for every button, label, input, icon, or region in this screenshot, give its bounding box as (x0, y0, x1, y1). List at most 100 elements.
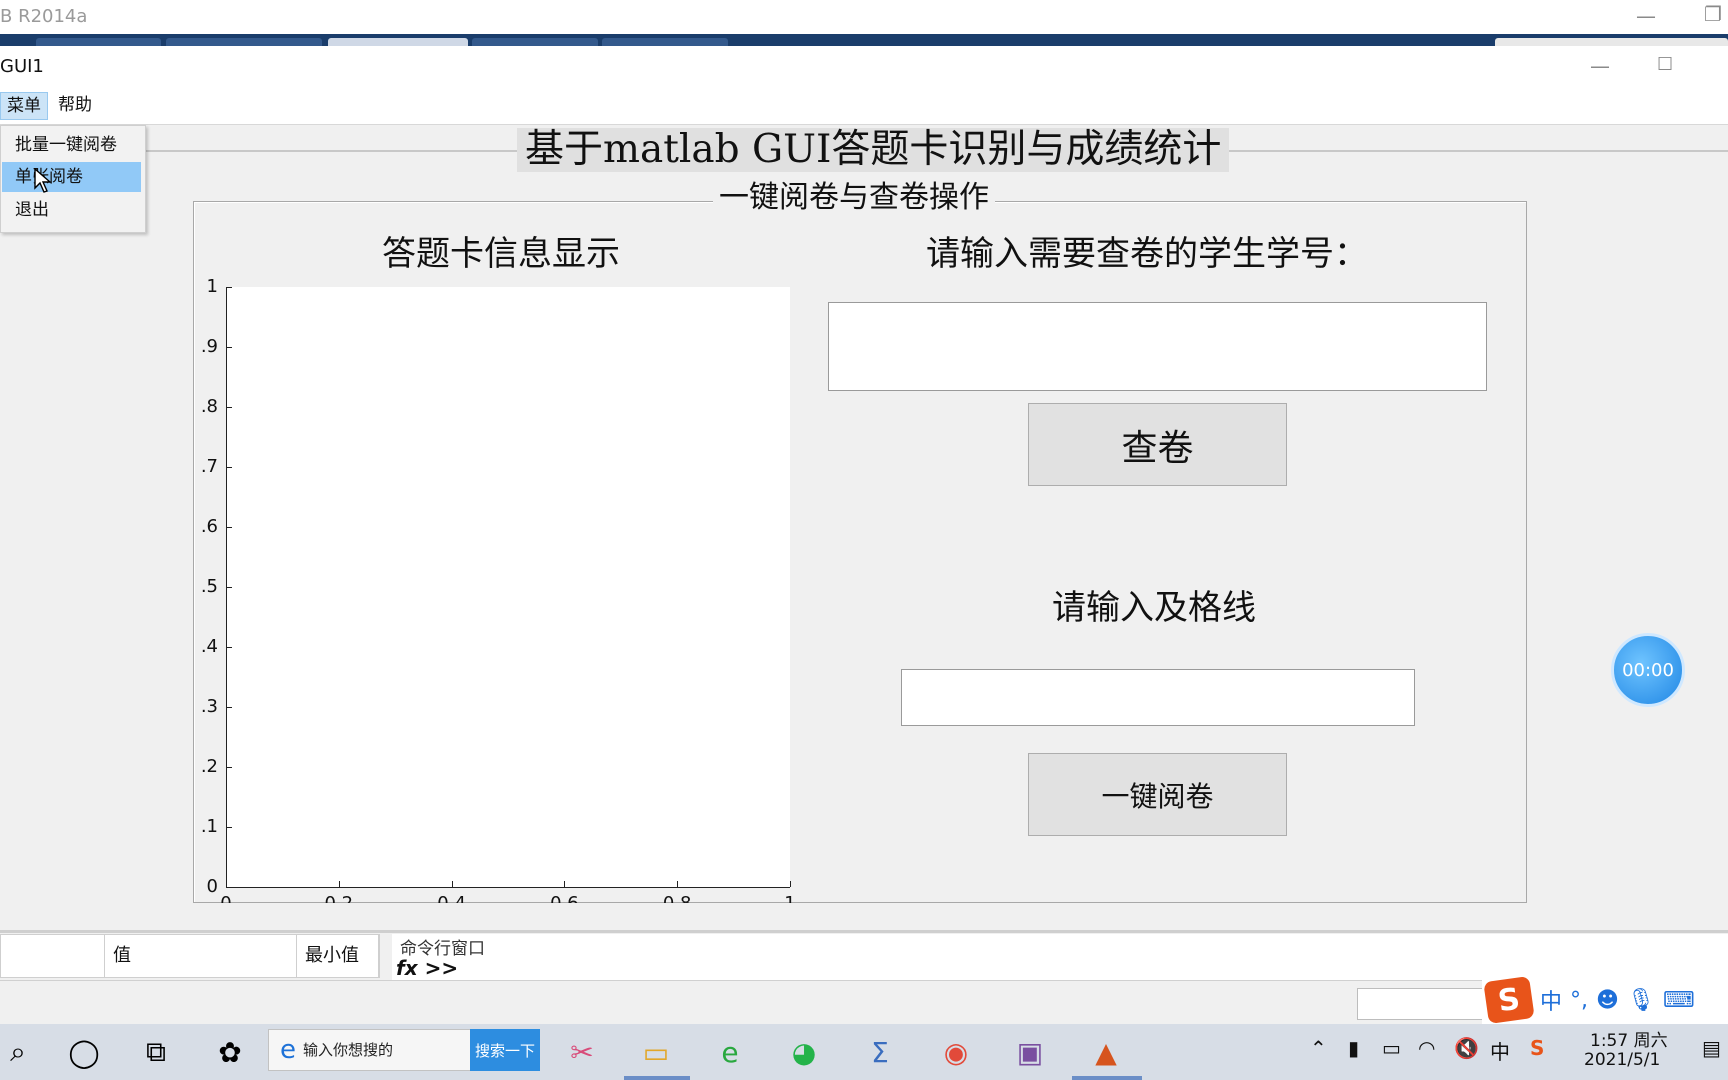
gui-window-title: GUI1 (0, 56, 44, 77)
check-paper-button[interactable]: 查卷 (1028, 403, 1287, 486)
restore-icon[interactable]: ❐ (1704, 2, 1722, 26)
app-icon[interactable]: ✿ (212, 1034, 248, 1070)
y-tick (226, 647, 232, 648)
workspace-col-value[interactable]: 值 (105, 935, 297, 977)
chrome-icon[interactable]: ◉ (938, 1034, 974, 1070)
y-tick (226, 527, 232, 528)
y-tick-label: 1 (206, 276, 218, 297)
keyboard-icon[interactable]: ⌨ (1663, 988, 1695, 1013)
x-tick (564, 881, 566, 887)
sogou-tray-icon[interactable]: S (1530, 1036, 1544, 1060)
plot-area (226, 287, 790, 887)
y-tick-label: .6 (200, 516, 218, 537)
gui-maximize-icon[interactable]: ☐ (1657, 54, 1673, 75)
command-prompt[interactable]: fx >> (396, 956, 458, 980)
main-title: 基于matlab GUI答题卡识别与成绩统计 (517, 128, 1230, 172)
active-indicator (624, 1076, 690, 1080)
sogou-logo-icon[interactable]: S (1483, 976, 1535, 1024)
x-tick-label: 0.4 (432, 893, 472, 903)
notification-icon[interactable]: ▤ (1702, 1036, 1721, 1060)
browser-icon[interactable]: e (712, 1034, 748, 1070)
ime-toolbar: S 中 °, ☻ 🎙 ⌨ (1482, 976, 1728, 1024)
battery-icon[interactable]: ▭ (1382, 1036, 1401, 1060)
workspace-col-name[interactable] (1, 935, 105, 977)
clock-date[interactable]: 2021/5/1 (1584, 1050, 1660, 1070)
y-tick-label: .9 (200, 336, 218, 357)
menu-item-batch-grade[interactable]: 批量一键阅卷 (2, 130, 141, 160)
emoji-icon[interactable]: ☻ (1596, 988, 1619, 1013)
y-tick-label: .3 (200, 696, 218, 717)
axes-title: 答题卡信息显示 (382, 234, 620, 274)
x-tick-label: 0.2 (319, 893, 359, 903)
matlab-icon[interactable]: ▲ (1088, 1034, 1124, 1070)
wifi-icon[interactable]: ◠ (1418, 1036, 1435, 1060)
menu-main[interactable]: 菜单 (0, 92, 48, 120)
x-axis (226, 887, 790, 888)
ribbon-tab[interactable] (36, 38, 161, 46)
browser-search-button[interactable]: 搜索一下 (470, 1029, 540, 1071)
y-tick-label: .8 (200, 396, 218, 417)
workspace-col-min[interactable]: 最小值 (297, 935, 379, 977)
ribbon-tab[interactable] (472, 38, 598, 46)
y-tick (226, 407, 232, 408)
ime-mode-label[interactable]: 中 (1540, 984, 1562, 1016)
x-tick-label: 1 (770, 893, 810, 903)
mouse-cursor-icon (34, 168, 52, 193)
y-tick (226, 767, 232, 768)
y-tick-label: .5 (200, 576, 218, 597)
y-tick-label: .2 (200, 756, 218, 777)
minimize-icon[interactable]: — (1636, 4, 1656, 28)
y-tick (226, 707, 232, 708)
x-tick (451, 881, 453, 887)
student-id-input[interactable] (828, 302, 1487, 391)
paint-icon[interactable]: ✂ (564, 1034, 600, 1070)
x-tick-label: 0 (206, 893, 246, 903)
language-indicator[interactable]: 中 (1490, 1036, 1510, 1065)
tray-mic-icon[interactable]: ▮ (1348, 1036, 1359, 1060)
y-tick (226, 467, 232, 468)
cortana-icon[interactable]: ◯ (66, 1034, 102, 1070)
menu-item-exit[interactable]: 退出 (2, 195, 141, 225)
command-window[interactable] (392, 934, 1728, 980)
wechat-icon[interactable]: ◕ (786, 1034, 822, 1070)
app-icon[interactable]: ▣ (1012, 1034, 1048, 1070)
math-icon[interactable]: Σ (862, 1034, 898, 1070)
search-icon[interactable]: ⌕ (0, 1034, 36, 1070)
ribbon-tab[interactable] (602, 38, 728, 46)
x-tick-label: 0.8 (657, 893, 697, 903)
y-tick (226, 587, 232, 588)
volume-muted-icon[interactable]: 🔇 (1454, 1036, 1479, 1060)
microphone-icon[interactable]: 🎙 (1627, 988, 1655, 1013)
x-tick (677, 881, 679, 887)
y-tick (226, 347, 232, 348)
x-tick (338, 881, 340, 887)
ribbon-tab[interactable] (166, 38, 322, 46)
x-tick (790, 881, 791, 887)
punctuation-icon[interactable]: °, (1570, 988, 1588, 1013)
clock-time[interactable]: 1:57 周六 (1590, 1026, 1668, 1051)
gui-minimize-icon[interactable]: — (1590, 54, 1610, 78)
menu-item-single-grade[interactable]: 单张阅卷 (2, 162, 141, 192)
gui-titlebar (0, 46, 1728, 87)
status-box (1357, 988, 1489, 1020)
folder-icon[interactable]: ▭ (638, 1034, 674, 1070)
active-indicator (1072, 1076, 1142, 1080)
menubar (0, 86, 1728, 125)
x-tick-label: 0.6 (544, 893, 584, 903)
panel-title: 一键阅卷与查卷操作 (713, 180, 995, 216)
matlab-window-title: B R2014a (0, 6, 88, 27)
menu-help[interactable]: 帮助 (52, 92, 98, 118)
ribbon-tab[interactable] (328, 38, 468, 46)
one-click-grade-button[interactable]: 一键阅卷 (1028, 753, 1287, 836)
tray-chevron-icon[interactable]: ⌃ (1310, 1036, 1327, 1060)
y-tick-label: .7 (200, 456, 218, 477)
student-id-label: 请输入需要查卷的学生学号： (926, 234, 1368, 274)
workspace-pane: 值 最小值 (0, 934, 380, 978)
pass-line-input[interactable] (901, 669, 1415, 726)
y-tick (226, 827, 232, 828)
timer-widget[interactable]: 00:00 (1611, 633, 1685, 707)
browser-search-input[interactable]: 输入你想搜的 (303, 1039, 393, 1060)
ribbon-search[interactable] (1495, 38, 1728, 46)
task-view-icon[interactable]: ⧉ (138, 1034, 174, 1070)
y-tick-label: .4 (200, 636, 218, 657)
